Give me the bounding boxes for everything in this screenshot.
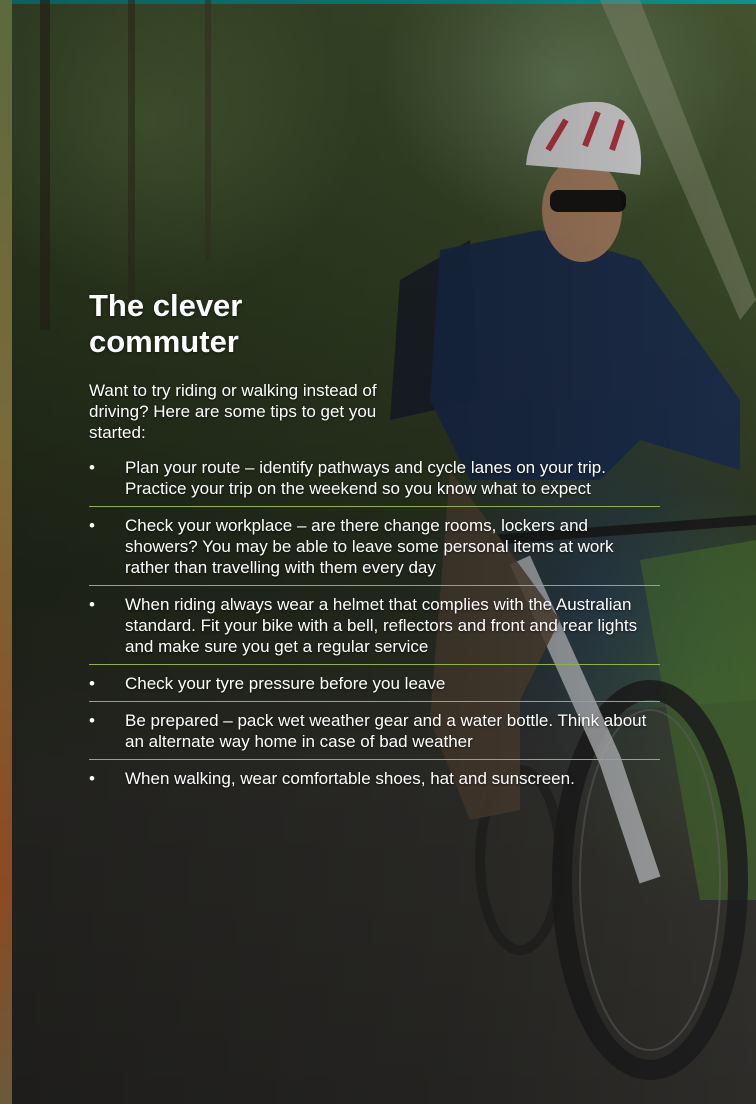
page-title: The clever commuter xyxy=(89,288,243,359)
bullet-icon: • xyxy=(89,458,95,477)
bullet-icon: • xyxy=(89,711,95,730)
list-item: • When riding always wear a helmet that … xyxy=(89,594,660,665)
poster-page: The clever commuter Want to try riding o… xyxy=(0,0,756,1104)
list-item: • Check your tyre pressure before you le… xyxy=(89,673,660,702)
tip-text: When walking, wear comfortable shoes, ha… xyxy=(125,769,575,788)
tip-text: Check your tyre pressure before you leav… xyxy=(125,674,446,693)
tip-text: When riding always wear a helmet that co… xyxy=(125,595,638,656)
list-item: • When walking, wear comfortable shoes, … xyxy=(89,768,660,796)
tip-text: Plan your route – identify pathways and … xyxy=(125,458,606,498)
article-content: The clever commuter Want to try riding o… xyxy=(89,288,669,804)
tip-text: Be prepared – pack wet weather gear and … xyxy=(125,711,647,751)
tips-list: • Plan your route – identify pathways an… xyxy=(89,457,660,796)
bullet-icon: • xyxy=(89,516,95,535)
intro-paragraph: Want to try riding or walking instead of… xyxy=(89,381,377,442)
tip-text: Check your workplace – are there change … xyxy=(125,516,614,577)
list-item: • Check your workplace – are there chang… xyxy=(89,515,660,586)
list-item: • Be prepared – pack wet weather gear an… xyxy=(89,710,660,760)
bullet-icon: • xyxy=(89,674,95,693)
bullet-icon: • xyxy=(89,595,95,614)
left-edge-strip xyxy=(0,0,12,1104)
list-item: • Plan your route – identify pathways an… xyxy=(89,457,660,507)
bullet-icon: • xyxy=(89,769,95,788)
